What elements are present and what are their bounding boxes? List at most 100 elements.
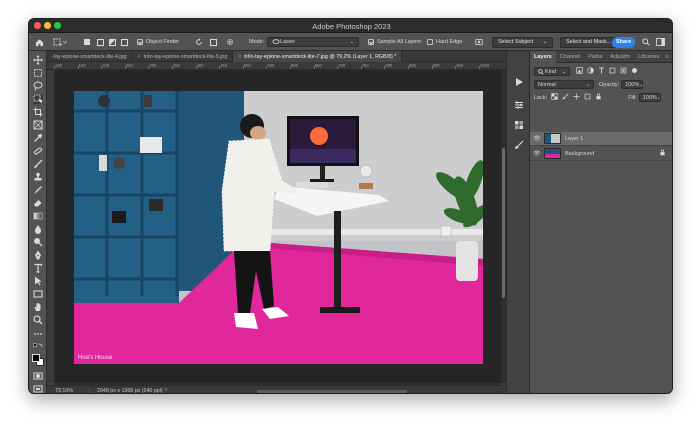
add-to-selection-icon[interactable] [97, 36, 104, 48]
subtract-from-selection-icon[interactable] [109, 36, 116, 48]
screen-mode-icon[interactable] [33, 384, 43, 393]
eraser-tool-icon[interactable] [33, 198, 43, 208]
spot-healing-tool-icon[interactable] [33, 146, 43, 156]
rectangle-tool-icon[interactable] [33, 289, 43, 299]
document-image[interactable]: Hoa's House [74, 91, 483, 364]
swatches-icon[interactable] [514, 120, 524, 130]
quick-mask-icon[interactable] [33, 371, 43, 381]
fill-field[interactable]: 100% ⌄ [638, 93, 661, 102]
image-content: Hoa's House [74, 91, 483, 364]
layer-name[interactable]: Background [565, 151, 594, 157]
brush-tool-icon[interactable] [33, 159, 43, 169]
horizontal-scroll-thumb[interactable] [257, 390, 407, 393]
settings-gear-icon[interactable] [226, 36, 234, 48]
select-subject-options-icon[interactable] [475, 36, 483, 48]
visibility-eye-icon[interactable]: 👁︎ [530, 150, 544, 157]
chevron-right-icon[interactable]: › [165, 387, 167, 393]
blend-mode-dropdown[interactable]: Normal ⌄ [534, 80, 594, 89]
tools-panel [29, 51, 47, 393]
scrollbar-thumb[interactable] [502, 148, 505, 298]
foreground-background-color-icon[interactable] [32, 354, 44, 366]
refresh-icon[interactable] [195, 36, 203, 48]
document-tab-active[interactable]: × trên-tay-epione-smartdeck-lite-7.jpg @… [233, 51, 403, 62]
home-icon[interactable] [35, 36, 44, 48]
document-tab[interactable]: × trên-tay-epione-smartdeck-lite-5.jpg [132, 51, 234, 62]
adjustments-sliders-icon[interactable] [514, 100, 524, 110]
lock-icon[interactable] [659, 149, 666, 158]
frame-tool-icon[interactable] [33, 120, 43, 130]
vertical-ruler[interactable] [47, 70, 55, 383]
horizontal-ruler[interactable]: 100 150 200 250 300 350 400 450 500 550 600 650 700 7… [47, 62, 506, 70]
show-all-objects-icon[interactable] [210, 36, 217, 48]
sample-all-layers-checkbox[interactable]: Sample All Layers [368, 36, 421, 48]
tab-libraries[interactable]: Libraries [634, 51, 663, 63]
opacity-field[interactable]: 100% ⌄ [621, 80, 643, 89]
hard-edge-checkbox[interactable]: Hard Edge [427, 36, 462, 48]
panel-menu-icon[interactable]: ≡ [663, 51, 670, 63]
kind-filter-dropdown[interactable]: Kind ⌄ [534, 67, 570, 76]
more-tools-icon[interactable] [33, 329, 43, 339]
tab-paths[interactable]: Paths [584, 51, 606, 63]
lock-artboard-icon[interactable] [584, 93, 591, 102]
layer-row-background[interactable]: 👁︎ Background [530, 147, 672, 161]
object-selection-tool-preset[interactable] [53, 36, 67, 48]
ruler-label: 950 [456, 63, 464, 68]
hand-tool-icon[interactable] [33, 302, 43, 312]
lasso-tool-icon[interactable] [33, 81, 43, 91]
select-subject-button[interactable]: Select Subject ⌄ [492, 36, 553, 48]
gradient-tool-icon[interactable] [33, 211, 43, 221]
tab-adjustments[interactable]: Adjustm [606, 51, 634, 63]
history-brush-tool-icon[interactable] [33, 185, 43, 195]
layer-name[interactable]: Layer 1 [565, 136, 583, 142]
lock-transparent-pixels-icon[interactable] [551, 93, 558, 102]
share-button[interactable]: Share [612, 36, 636, 48]
visibility-eye-icon[interactable]: 👁︎ [530, 135, 544, 142]
artboard-tool-icon[interactable] [33, 68, 43, 78]
ruler-tick [54, 66, 55, 69]
filter-type-icon[interactable] [598, 67, 605, 76]
dodge-tool-icon[interactable] [33, 237, 43, 247]
eyedropper-tool-icon[interactable] [33, 133, 43, 143]
play-actions-icon[interactable] [514, 77, 524, 87]
mode-dropdown[interactable]: Lasso ⌄ [267, 36, 359, 48]
tab-layers[interactable]: Layers [530, 51, 556, 63]
move-tool-icon[interactable] [33, 55, 43, 65]
type-tool-icon[interactable] [33, 263, 43, 273]
lock-position-icon[interactable] [573, 93, 580, 102]
filter-pixel-icon[interactable] [576, 67, 583, 76]
object-finder-checkbox[interactable]: Object Finder [137, 36, 179, 48]
brush-settings-icon[interactable] [514, 140, 524, 150]
intersect-selection-icon[interactable] [121, 36, 128, 48]
filter-adjustment-icon[interactable] [587, 67, 594, 76]
search-icon[interactable] [642, 36, 650, 48]
document-tabs: -tay-epione-smartdeck-lite-4.jpg × trên-… [47, 51, 506, 62]
lock-row: Lock: Fill: 100% ⌄ [530, 92, 672, 103]
filter-toggle-icon[interactable] [631, 67, 638, 76]
workspace-icon[interactable] [656, 36, 665, 48]
blur-tool-icon[interactable] [33, 224, 43, 234]
mode-value: Lasso [280, 39, 295, 45]
object-selection-tool-icon[interactable] [33, 94, 43, 104]
close-tab-icon[interactable]: × [238, 54, 241, 60]
chevron-down-icon: ⌄ [639, 81, 644, 88]
new-selection-icon[interactable] [84, 36, 90, 48]
close-tab-icon[interactable]: × [137, 54, 140, 60]
swap-colors-icon[interactable] [33, 343, 43, 353]
layer-row-layer-1[interactable]: 👁︎ Layer 1 [530, 132, 672, 146]
layer-thumbnail [544, 148, 561, 159]
filter-smart-object-icon[interactable] [620, 67, 627, 76]
ruler-label: 800 [385, 63, 393, 68]
path-selection-tool-icon[interactable] [33, 276, 43, 286]
filter-shape-icon[interactable] [609, 67, 616, 76]
zoom-tool-icon[interactable] [33, 315, 43, 325]
zoom-level[interactable]: 79,19% [55, 388, 73, 393]
pen-tool-icon[interactable] [33, 250, 43, 260]
select-and-mask-button[interactable]: Select and Mask... [560, 36, 618, 48]
clone-stamp-tool-icon[interactable] [33, 172, 43, 182]
tab-channels[interactable]: Channel [556, 51, 585, 63]
lock-image-pixels-icon[interactable] [562, 93, 569, 102]
ruler-tick [408, 66, 409, 69]
document-tab[interactable]: -tay-epione-smartdeck-lite-4.jpg [47, 51, 133, 62]
lock-all-icon[interactable] [595, 93, 602, 102]
crop-tool-icon[interactable] [33, 107, 43, 117]
